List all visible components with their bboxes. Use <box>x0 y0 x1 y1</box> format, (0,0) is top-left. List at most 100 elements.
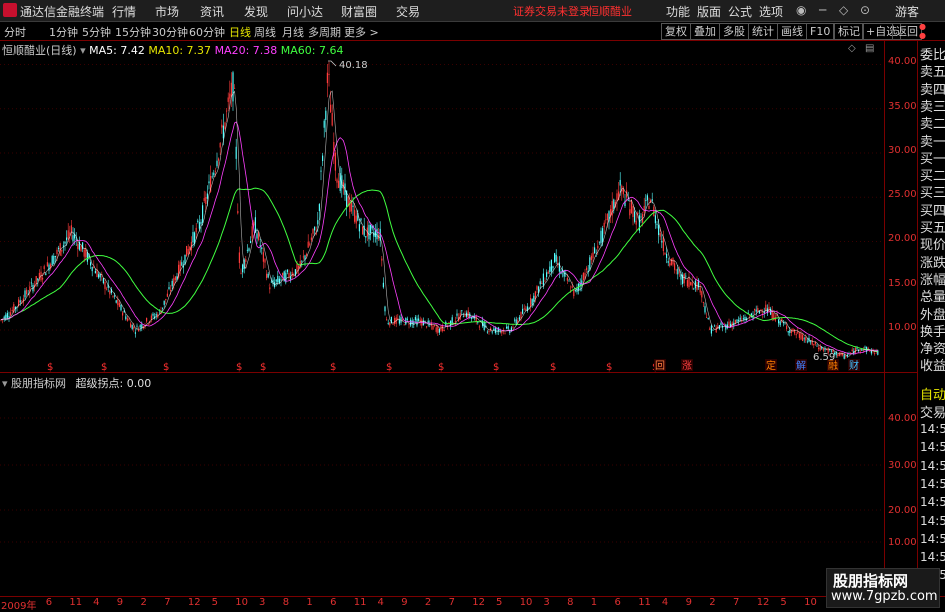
candle-body <box>699 287 701 293</box>
candle-body <box>115 300 117 303</box>
candle-body <box>42 277 44 280</box>
candle-body <box>387 323 389 324</box>
candle-body <box>338 180 340 188</box>
date-tick: 12 <box>756 597 770 608</box>
candle-body <box>803 338 805 340</box>
candle-body <box>26 289 28 295</box>
event-badge[interactable]: 涨 <box>682 360 692 372</box>
candle-body <box>11 309 13 312</box>
quote-field-0: 委比 <box>920 48 945 63</box>
candle-body <box>715 327 717 333</box>
dividend-marker[interactable]: $ <box>101 362 107 373</box>
dividend-marker[interactable]: $ <box>493 362 499 373</box>
ma5-line <box>0 90 878 357</box>
candle-body <box>112 295 114 297</box>
quote-field-13: 涨幅 <box>920 272 945 288</box>
dividend-marker[interactable]: $ <box>606 362 612 373</box>
candle-body <box>275 279 277 282</box>
candle-body <box>486 331 488 333</box>
candle-body <box>568 280 570 282</box>
candle-body <box>542 273 544 286</box>
dividend-marker[interactable]: $ <box>260 362 266 373</box>
event-badge[interactable]: 回 <box>655 360 665 372</box>
event-badge[interactable]: 定 <box>766 359 776 372</box>
candle-body <box>779 321 781 326</box>
candle-body <box>552 266 554 269</box>
candle-body <box>659 233 661 237</box>
candle-body <box>163 300 165 305</box>
candle-body <box>640 216 642 218</box>
candle-body <box>208 181 210 184</box>
candle-body <box>456 313 458 316</box>
candle-body <box>54 255 56 257</box>
quote-field-6: 买一 <box>920 151 945 167</box>
candle-body <box>350 201 352 212</box>
candle-body <box>523 308 525 310</box>
candle-body <box>493 328 495 330</box>
trade-label[interactable]: 交易 <box>920 402 945 421</box>
candle-body <box>266 273 268 278</box>
candle-body <box>98 274 100 278</box>
candle-body <box>566 277 568 281</box>
candle-body <box>704 306 706 313</box>
candle-body <box>211 176 213 178</box>
dividend-marker[interactable]: $ <box>163 362 169 373</box>
auto-label[interactable]: 自动 <box>920 384 945 403</box>
candle-body <box>322 155 324 162</box>
candle-body <box>594 247 596 254</box>
candle-body <box>206 193 208 199</box>
candle-body <box>706 317 708 318</box>
candle-body <box>406 318 408 320</box>
candle-body <box>184 254 186 265</box>
y-tick-10: 10.00 <box>888 322 917 333</box>
dividend-marker[interactable]: $ <box>550 362 556 373</box>
event-badge[interactable]: 解 <box>796 359 806 372</box>
candle-body <box>229 93 231 99</box>
candle-body <box>200 221 202 225</box>
candlesticks <box>0 61 879 360</box>
chevron-down-icon[interactable]: ▾ <box>2 377 8 390</box>
quote-field-5: 卖一 <box>920 134 945 150</box>
candle-body <box>845 355 847 357</box>
candle-body <box>94 270 96 274</box>
date-tick: 4 <box>661 597 669 608</box>
candle-body <box>174 276 176 281</box>
dividend-marker[interactable]: $ <box>386 362 392 373</box>
candle-body <box>235 146 237 159</box>
candle-body <box>478 326 480 328</box>
candle-body <box>707 318 709 320</box>
candle-body <box>90 262 92 266</box>
quote-field-12: 涨跌 <box>920 255 945 271</box>
candle-body <box>789 330 791 333</box>
date-tick: 10 <box>519 597 533 608</box>
indicator-source[interactable]: 股朋指标网 <box>11 377 66 390</box>
candle-body <box>805 337 807 341</box>
candle-body <box>331 113 333 126</box>
event-badge[interactable]: 财 <box>849 359 859 372</box>
candle-body <box>408 323 410 325</box>
candle-body <box>536 286 538 290</box>
dividend-marker[interactable]: $ <box>236 362 242 373</box>
candle-body <box>146 317 148 322</box>
candle-body <box>530 297 532 307</box>
candle-body <box>181 262 183 266</box>
candle-body <box>66 237 68 241</box>
candle-body <box>822 348 824 351</box>
candle-body <box>512 326 514 328</box>
candle-body <box>742 318 744 320</box>
candle-body <box>362 226 364 235</box>
candle-body <box>854 347 856 353</box>
candle-body <box>246 249 248 251</box>
kline-chart[interactable]: $$$$$$$$$$$$回涨定解融财 40.18 6.59 <box>0 0 945 609</box>
candle-body <box>712 329 714 331</box>
dividend-marker[interactable]: $ <box>330 362 336 373</box>
y-tick-25: 25.00 <box>888 189 917 200</box>
dividend-marker[interactable]: $ <box>47 362 53 373</box>
candle-body <box>80 246 82 252</box>
indicator-value: 超级拐点: 0.00 <box>75 377 152 390</box>
candle-body <box>384 306 386 312</box>
dividend-marker[interactable]: $ <box>438 362 444 373</box>
quote-field-17: 净资 <box>920 342 945 358</box>
candle-body <box>360 218 362 221</box>
candle-body <box>232 72 234 102</box>
